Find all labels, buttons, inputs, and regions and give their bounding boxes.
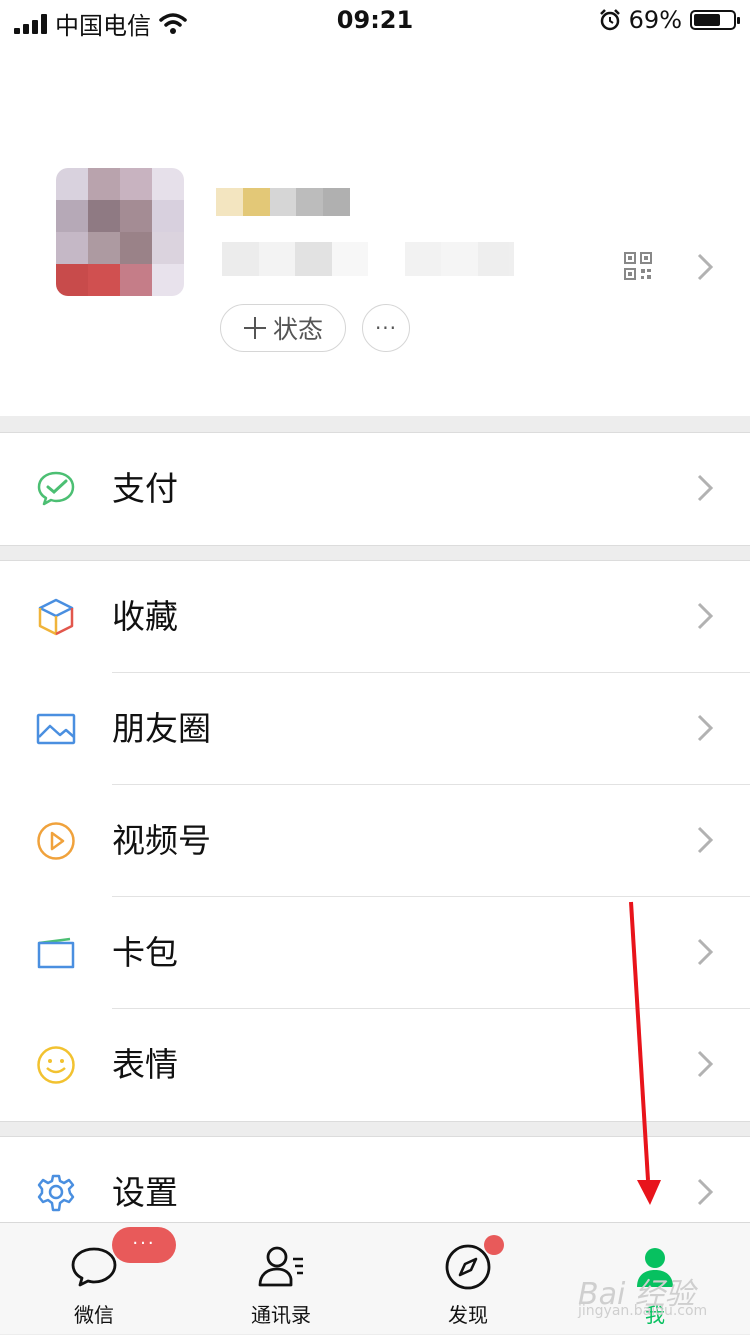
sticker-smiley-icon [37, 1046, 75, 1084]
battery-icon [690, 10, 740, 30]
menu-group-pay: 支付 [0, 432, 750, 546]
tab-label: 发现 [448, 1303, 488, 1327]
chevron-right-icon [697, 826, 714, 854]
status-button-label: 状态 [272, 315, 323, 344]
status-bar: 中国电信 09:21 69% [0, 0, 750, 44]
tab-contacts[interactable]: 通讯录 [211, 1223, 351, 1335]
qr-code-icon[interactable] [624, 252, 652, 280]
wechat-id-redacted [222, 242, 514, 276]
menu-item-label: 收藏 [112, 597, 178, 636]
chevron-right-icon [697, 602, 714, 630]
tab-label: 通讯录 [251, 1303, 311, 1327]
more-button[interactable]: ··· [362, 304, 410, 352]
menu-item-label: 朋友圈 [112, 709, 211, 748]
menu-group-content: 收藏 朋友圈 视频号 卡包 表情 [0, 560, 750, 1122]
moments-image-icon [36, 713, 76, 745]
menu-item-cards[interactable]: 卡包 [0, 897, 750, 1009]
card-wallet-icon [37, 937, 75, 969]
watermark-url: jingyan.baidu.com [578, 1303, 708, 1319]
chevron-right-icon [697, 1050, 714, 1078]
status-right: 69% [599, 6, 740, 34]
channels-play-icon [37, 822, 75, 860]
menu-item-pay[interactable]: 支付 [0, 433, 750, 545]
wechat-pay-icon [37, 471, 75, 506]
tab-discover[interactable]: 发现 [398, 1223, 538, 1335]
chat-bubble-icon [71, 1247, 117, 1287]
favorites-cube-icon [38, 598, 74, 636]
menu-item-favorites[interactable]: 收藏 [0, 561, 750, 673]
menu-item-label: 视频号 [112, 821, 211, 860]
add-status-button[interactable]: 状态 [220, 304, 346, 352]
chevron-right-icon [697, 253, 714, 281]
discover-dot-badge [484, 1235, 504, 1255]
battery-percent: 69% [628, 6, 682, 34]
menu-item-moments[interactable]: 朋友圈 [0, 673, 750, 785]
contacts-icon [258, 1246, 303, 1287]
profile-card[interactable]: 状态 ··· [0, 44, 750, 416]
tab-bar: 微信 ··· 通讯录 发现 我 Bai 经验 jingyan.baidu.com [0, 1222, 750, 1334]
tab-label: 微信 [74, 1303, 114, 1327]
settings-gear-icon [37, 1174, 75, 1212]
menu-item-stickers[interactable]: 表情 [0, 1009, 750, 1121]
alarm-icon [599, 9, 620, 31]
nickname-redacted [216, 188, 350, 216]
chevron-right-icon [697, 1178, 714, 1206]
menu-item-label: 支付 [112, 469, 178, 508]
unread-badge: ··· [112, 1227, 176, 1263]
chevron-right-icon [697, 938, 714, 966]
menu-item-label: 卡包 [112, 933, 178, 972]
chevron-right-icon [697, 474, 714, 502]
chevron-right-icon [697, 714, 714, 742]
menu-item-channels[interactable]: 视频号 [0, 785, 750, 897]
menu-item-label: 表情 [112, 1045, 178, 1084]
plus-icon [243, 317, 266, 339]
avatar[interactable] [56, 168, 184, 296]
